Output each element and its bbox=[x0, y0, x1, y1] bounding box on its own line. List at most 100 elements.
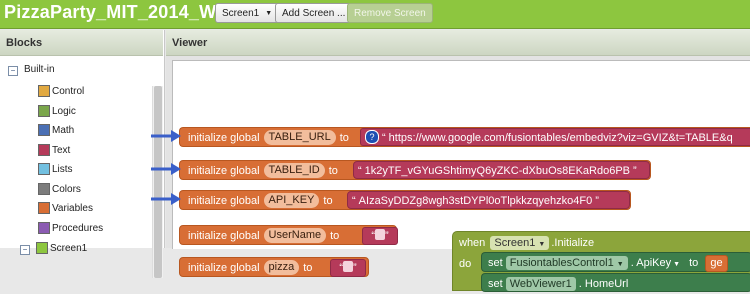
component-label: Screen1 bbox=[494, 237, 536, 249]
quote-close: ” bbox=[595, 195, 599, 207]
screen-select-label: Screen1 bbox=[222, 8, 260, 19]
set-apikey-block[interactable]: set FusiontablesControl1 ▼ . ApiKey ▼ to … bbox=[481, 252, 750, 272]
property-label: . ApiKey bbox=[630, 257, 672, 269]
tree-item-control[interactable]: Control bbox=[38, 85, 84, 99]
colors-color-swatch bbox=[38, 183, 50, 195]
empty-text-block[interactable]: “” bbox=[330, 259, 366, 277]
chevron-down-icon: ▼ bbox=[673, 261, 681, 268]
string-value[interactable]: AIzaSyDDZg8wgh3stDYPl0oTlpkkzqyehzko4F0 bbox=[359, 192, 593, 210]
text-block-table-url[interactable]: ? “https://www.google.com/fusiontables/em… bbox=[360, 128, 750, 146]
empty-string bbox=[343, 261, 353, 272]
tree-item-math[interactable]: Math bbox=[38, 124, 74, 138]
block-keyword: to bbox=[323, 195, 333, 207]
var-name-field[interactable]: UserName bbox=[263, 228, 327, 243]
tree-item-screen1[interactable]: − Screen1 bbox=[20, 242, 87, 256]
set-homeurl-block[interactable]: set WebViewer1 . HomeUrl bbox=[481, 273, 750, 292]
block-keyword: initialize global bbox=[188, 132, 260, 144]
lists-color-swatch bbox=[38, 163, 50, 175]
variables-color-swatch bbox=[38, 202, 50, 214]
property-label: . HomeUrl bbox=[578, 278, 629, 290]
tree-item-label: Control bbox=[52, 86, 85, 97]
empty-text-block[interactable]: “” bbox=[362, 227, 398, 245]
tree-item-label: Logic bbox=[52, 106, 76, 117]
tree-builtin[interactable]: − Built-in bbox=[8, 64, 55, 76]
quote-open: “ bbox=[358, 165, 362, 177]
tree-item-label: Screen1 bbox=[50, 243, 88, 254]
target-select[interactable]: WebViewer1 bbox=[505, 277, 576, 291]
tree-item-label: Math bbox=[52, 125, 75, 136]
tree-item-text[interactable]: Text bbox=[38, 144, 70, 158]
set-keyword: set bbox=[488, 278, 503, 290]
tree-item-logic[interactable]: Logic bbox=[38, 105, 76, 119]
add-screen-button[interactable]: Add Screen ... bbox=[275, 3, 353, 23]
collapse-icon[interactable]: − bbox=[8, 66, 18, 76]
collapse-icon[interactable]: − bbox=[20, 245, 30, 255]
string-value[interactable]: 1k2yTF_vGYuGShtimyQ6yZKC-dXbuOs8EKaRdo6P… bbox=[365, 162, 630, 180]
when-keyword: when bbox=[459, 237, 486, 249]
arrow-icon bbox=[151, 163, 181, 175]
var-name-field[interactable]: TABLE_ID bbox=[263, 163, 325, 178]
tree-item-colors[interactable]: Colors bbox=[38, 183, 81, 197]
logic-color-swatch bbox=[38, 105, 50, 117]
tree-item-label: Procedures bbox=[52, 223, 104, 234]
tree-item-lists[interactable]: Lists bbox=[38, 163, 73, 177]
top-bar: PizzaParty_MIT_2014_WORKING Screen1 ▼ Add… bbox=[0, 0, 750, 29]
empty-string bbox=[375, 229, 385, 240]
block-keyword: to bbox=[328, 165, 338, 177]
arrow-icon bbox=[151, 193, 181, 205]
tree-item-variables[interactable]: Variables bbox=[38, 202, 93, 216]
quote-close: ” bbox=[633, 165, 637, 177]
var-name-field[interactable]: API_KEY bbox=[263, 193, 320, 208]
get-block[interactable]: ge bbox=[705, 255, 728, 272]
blocks-panel-title: Blocks bbox=[0, 30, 163, 56]
quote-open: “ bbox=[382, 132, 386, 144]
block-keyword: to bbox=[339, 132, 349, 144]
block-keyword: to bbox=[330, 230, 340, 242]
screen-select[interactable]: Screen1 ▼ bbox=[215, 3, 280, 23]
viewer-panel: Viewer initialize global TABLE_URL to ? “ht… bbox=[151, 30, 750, 292]
remove-screen-button[interactable]: Remove Screen bbox=[347, 3, 433, 23]
tree-item-label: Variables bbox=[52, 203, 93, 214]
block-keyword: initialize global bbox=[188, 195, 260, 207]
math-color-swatch bbox=[38, 124, 50, 136]
set-keyword: set bbox=[488, 257, 503, 269]
chevron-down-icon: ▼ bbox=[616, 261, 624, 268]
control-color-swatch bbox=[38, 85, 50, 97]
var-name-field[interactable]: TABLE_URL bbox=[263, 130, 336, 145]
block-keyword: to bbox=[303, 262, 313, 274]
block-keyword: initialize global bbox=[188, 165, 260, 177]
target-label: WebViewer1 bbox=[509, 278, 572, 290]
tree-item-procedures[interactable]: Procedures bbox=[38, 222, 103, 236]
procedures-color-swatch bbox=[38, 222, 50, 234]
event-name: .Initialize bbox=[551, 237, 595, 249]
target-select[interactable]: FusiontablesControl1 ▼ bbox=[505, 256, 628, 270]
text-color-swatch bbox=[38, 144, 50, 156]
text-block-api-key[interactable]: “AIzaSyDDZg8wgh3stDYPl0oTlpkkzqyehzko4F0… bbox=[347, 191, 630, 209]
viewer-panel-title: Viewer bbox=[166, 30, 750, 56]
target-label: FusiontablesControl1 bbox=[509, 257, 614, 269]
blocks-panel: Blocks − Built-in Control Logic Math Text… bbox=[0, 30, 165, 278]
arrow-icon bbox=[151, 130, 181, 142]
block-keyword: initialize global bbox=[188, 262, 260, 274]
blocks-workspace[interactable]: initialize global TABLE_URL to ? “https://w… bbox=[151, 60, 750, 292]
string-value[interactable]: https://www.google.com/fusiontables/embe… bbox=[389, 129, 733, 147]
tree-item-label: Text bbox=[52, 145, 71, 156]
init-global-username[interactable]: initialize global UserName to “” bbox=[179, 225, 398, 245]
help-icon[interactable]: ? bbox=[365, 130, 379, 144]
tree-builtin-label: Built-in bbox=[24, 64, 55, 75]
init-global-pizza[interactable]: initialize global pizza to “” bbox=[179, 257, 369, 277]
screen-icon bbox=[36, 242, 48, 254]
chevron-down-icon: ▼ bbox=[538, 241, 546, 248]
blocks-scrollbar[interactable] bbox=[152, 86, 163, 278]
tree-item-label: Lists bbox=[52, 164, 73, 175]
block-keyword: initialize global bbox=[188, 230, 260, 242]
tree-item-label: Colors bbox=[52, 184, 81, 195]
var-name-field[interactable]: pizza bbox=[263, 260, 300, 275]
chevron-down-icon: ▼ bbox=[265, 10, 273, 17]
do-keyword: do bbox=[459, 258, 472, 270]
text-block-table-id[interactable]: “1k2yTF_vGYuGShtimyQ6yZKC-dXbuOs8EKaRdo6… bbox=[353, 161, 650, 179]
quote-open: “ bbox=[352, 195, 356, 207]
screen1-initialize-event[interactable]: when Screen1 ▼ .Initialize do set Fusiont… bbox=[452, 231, 750, 292]
to-keyword: to bbox=[689, 257, 699, 269]
scrollbar-thumb[interactable] bbox=[154, 86, 162, 278]
